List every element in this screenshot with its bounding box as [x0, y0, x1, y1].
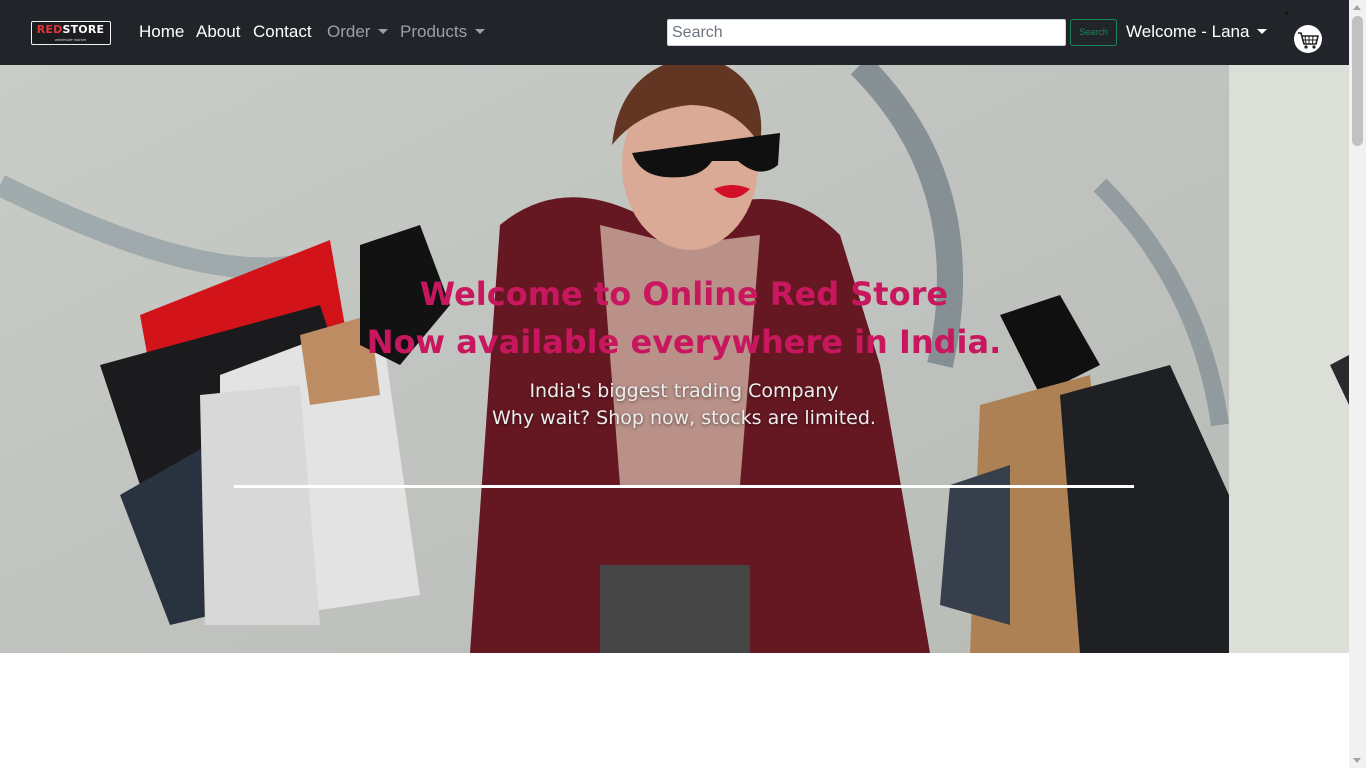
cart-count-dot: [1285, 12, 1288, 15]
scroll-up-icon[interactable]: [1353, 5, 1361, 10]
hero-subtitle-line2: Why wait? Shop now, stocks are limited.: [492, 407, 876, 429]
caret-down-icon: [475, 29, 486, 34]
nav-order-dropdown[interactable]: Order: [327, 20, 389, 44]
scroll-down-icon[interactable]: [1353, 758, 1361, 763]
carousel-indicator[interactable]: [234, 485, 1134, 488]
redstore-logo[interactable]: REDSTORE wholesale market: [31, 21, 111, 45]
nav-contact-link[interactable]: Contact: [253, 20, 312, 44]
nav-products-dropdown[interactable]: Products: [400, 20, 486, 44]
nav-products-label: Products: [400, 22, 468, 41]
nav-order-label: Order: [327, 22, 371, 41]
logo-word-red: RED: [36, 23, 63, 36]
caret-down-icon: [1257, 29, 1268, 34]
search-input[interactable]: [667, 19, 1066, 46]
top-navbar: REDSTORE wholesale market Home About Con…: [0, 0, 1349, 65]
logo-wordmark: REDSTORE: [32, 24, 109, 36]
nav-home-link[interactable]: Home: [139, 20, 184, 44]
hero-subtitle-line1: India's biggest trading Company: [529, 380, 839, 402]
shopping-cart-icon[interactable]: [1294, 25, 1322, 53]
cart-glyph: [1298, 32, 1319, 49]
caret-down-icon: [378, 29, 389, 34]
hero-title-line2: Now available everywhere in India.: [366, 323, 1002, 361]
user-greeting: Welcome - Lana: [1126, 22, 1250, 41]
logo-tagline: wholesale market: [54, 37, 87, 42]
user-account-dropdown[interactable]: Welcome - Lana: [1126, 20, 1268, 44]
hero-title-line1: Welcome to Online Red Store: [419, 275, 949, 313]
search-button[interactable]: Search: [1070, 19, 1117, 46]
page-scrollbar[interactable]: [1349, 0, 1366, 768]
nav-about-link[interactable]: About: [196, 20, 240, 44]
scrollbar-thumb[interactable]: [1352, 16, 1363, 146]
hero-carousel: Welcome to Online Red Store Now availabl…: [0, 65, 1349, 653]
logo-word-white: STORE: [62, 23, 105, 36]
